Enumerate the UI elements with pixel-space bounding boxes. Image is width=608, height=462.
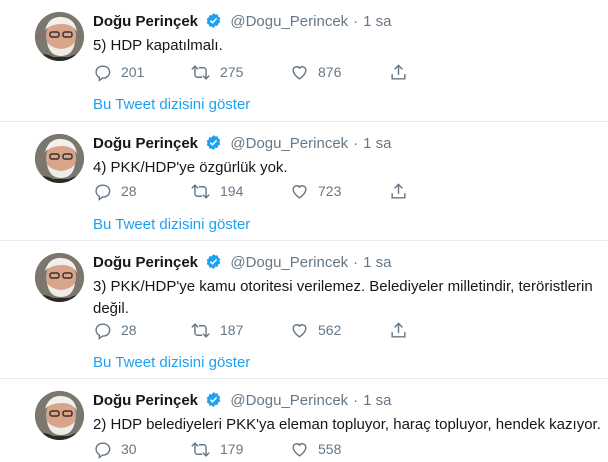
author-name[interactable]: Doğu Perinçek — [93, 135, 198, 152]
separator-dot: · — [353, 392, 359, 409]
retweet-count: 187 — [220, 322, 244, 338]
retweet-icon — [191, 64, 210, 80]
author-handle[interactable]: @Dogu_Perincek — [230, 254, 348, 271]
tweet[interactable]: Doğu Perinçek @Dogu_Perincek · 1 sa 2) HDP… — [0, 379, 608, 462]
tweet-text: 4) PKK/HDP'ye özgürlük yok. — [93, 159, 288, 176]
reply-icon — [95, 441, 111, 459]
retweet-button[interactable]: 187 — [190, 320, 243, 340]
like-count: 723 — [318, 183, 342, 199]
retweet-button[interactable]: 194 — [190, 181, 243, 201]
reply-count: 201 — [121, 64, 145, 80]
share-button[interactable] — [389, 181, 408, 201]
like-button[interactable]: 723 — [290, 181, 341, 201]
reply-icon — [95, 64, 111, 82]
heart-icon — [292, 65, 307, 80]
tweet-time[interactable]: 1 sa — [363, 254, 391, 271]
reply-icon — [95, 183, 111, 201]
tweet-time[interactable]: 1 sa — [363, 135, 391, 152]
retweet-icon — [191, 183, 210, 199]
like-count: 558 — [318, 441, 342, 457]
tweet-header: Doğu Perinçek @Dogu_Perincek · 1 sa — [93, 134, 392, 157]
tweet-header: Doğu Perinçek @Dogu_Perincek · 1 sa — [93, 253, 392, 276]
separator-dot: · — [353, 135, 359, 152]
author-handle[interactable]: @Dogu_Perincek — [230, 135, 348, 152]
share-button[interactable] — [389, 62, 408, 82]
verified-badge-icon — [205, 134, 222, 157]
retweet-icon — [191, 441, 210, 457]
tweet-header: Doğu Perinçek @Dogu_Perincek · 1 sa — [93, 12, 392, 35]
like-button[interactable]: 558 — [290, 439, 341, 459]
share-icon — [391, 182, 406, 199]
show-thread-link[interactable]: Bu Tweet dizisini göster — [93, 216, 250, 233]
tweet-time[interactable]: 1 sa — [363, 13, 391, 30]
tweet-header: Doğu Perinçek @Dogu_Perincek · 1 sa — [93, 391, 392, 414]
like-button[interactable]: 562 — [290, 320, 341, 340]
author-handle[interactable]: @Dogu_Perincek — [230, 13, 348, 30]
like-button[interactable]: 876 — [290, 62, 341, 82]
like-count: 876 — [318, 64, 342, 80]
heart-icon — [292, 442, 307, 457]
show-thread-link[interactable]: Bu Tweet dizisini göster — [93, 354, 250, 371]
retweet-count: 179 — [220, 441, 244, 457]
author-name[interactable]: Doğu Perinçek — [93, 13, 198, 30]
reply-button[interactable]: 201 — [93, 62, 144, 82]
verified-badge-icon — [205, 253, 222, 276]
reply-icon — [95, 322, 111, 340]
tweet-time[interactable]: 1 sa — [363, 392, 391, 409]
avatar[interactable] — [35, 253, 84, 302]
author-name[interactable]: Doğu Perinçek — [93, 392, 198, 409]
reply-button[interactable]: 30 — [93, 439, 137, 459]
retweet-button[interactable]: 275 — [190, 62, 243, 82]
tweet-text: 3) PKK/HDP'ye kamu otoritesi verilemez. … — [93, 278, 593, 317]
tweet[interactable]: Doğu Perinçek @Dogu_Perincek · 1 sa 5) HDP… — [0, 0, 608, 122]
tweet-text: 2) HDP belediyeleri PKK'ya eleman topluy… — [93, 416, 601, 433]
share-icon — [391, 321, 406, 338]
share-button[interactable] — [389, 320, 408, 340]
reply-count: 28 — [121, 322, 137, 338]
verified-badge-icon — [205, 12, 222, 35]
reply-button[interactable]: 28 — [93, 181, 137, 201]
heart-icon — [292, 184, 307, 199]
retweet-icon — [191, 322, 210, 338]
tweet[interactable]: Doğu Perinçek @Dogu_Perincek · 1 sa 3) PKK… — [0, 241, 608, 379]
heart-icon — [292, 323, 307, 338]
tweet-text: 5) HDP kapatılmalı. — [93, 37, 223, 54]
reply-count: 30 — [121, 441, 137, 457]
retweet-count: 275 — [220, 64, 244, 80]
author-handle[interactable]: @Dogu_Perincek — [230, 392, 348, 409]
separator-dot: · — [353, 13, 359, 30]
verified-badge-icon — [205, 391, 222, 414]
avatar[interactable] — [35, 391, 84, 440]
reply-button[interactable]: 28 — [93, 320, 137, 340]
author-name[interactable]: Doğu Perinçek — [93, 254, 198, 271]
reply-count: 28 — [121, 183, 137, 199]
avatar[interactable] — [35, 134, 84, 183]
show-thread-link[interactable]: Bu Tweet dizisini göster — [93, 96, 250, 113]
avatar[interactable] — [35, 12, 84, 61]
separator-dot: · — [353, 254, 359, 271]
retweet-count: 194 — [220, 183, 244, 199]
share-icon — [391, 63, 406, 80]
like-count: 562 — [318, 322, 342, 338]
tweet[interactable]: Doğu Perinçek @Dogu_Perincek · 1 sa 4) PKK… — [0, 122, 608, 241]
tweet-feed: Doğu Perinçek @Dogu_Perincek · 1 sa 5) HDP… — [0, 0, 608, 462]
retweet-button[interactable]: 179 — [190, 439, 243, 459]
